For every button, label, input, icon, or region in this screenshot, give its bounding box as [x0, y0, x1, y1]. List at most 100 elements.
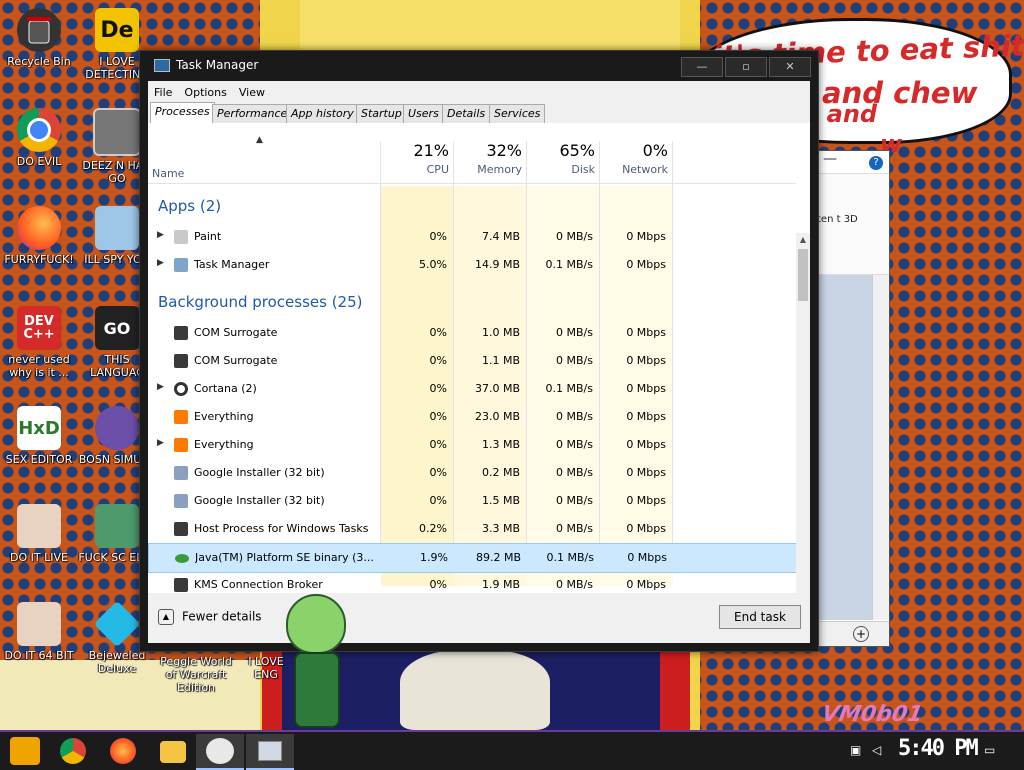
desktop-icon-do-it-64[interactable]: DO IT 64 BIT [0, 602, 78, 662]
network-total: 0% [642, 141, 668, 160]
background-explorer-window[interactable]: — ? ten t 3D + [810, 150, 890, 647]
process-disk: 0 MB/s [556, 326, 593, 339]
menu-options[interactable]: Options [178, 83, 232, 99]
process-cpu: 0% [429, 354, 447, 367]
fewer-details-button[interactable]: ▲ Fewer details [158, 609, 262, 625]
zoom-in-icon[interactable]: + [853, 626, 869, 642]
column-label: Memory [477, 163, 522, 176]
tab-services[interactable]: Services [489, 104, 546, 124]
column-memory[interactable]: 32% Memory [454, 141, 522, 183]
process-net: 0 Mbps [626, 438, 666, 451]
help-icon[interactable]: ? [869, 156, 883, 170]
ribbon-item-paint3d[interactable]: ten t 3D [817, 214, 858, 226]
tab-users[interactable]: Users [403, 104, 444, 124]
tab-startup[interactable]: Startup [356, 104, 407, 124]
table-row[interactable]: Google Installer (32 bit) 0% 0.2 MB 0 MB/s 0… [148, 459, 796, 487]
task-manager-icon [154, 59, 170, 72]
tab-processes[interactable]: Processes [150, 102, 215, 124]
table-row[interactable]: ▶ Paint 0% 7.4 MB 0 MB/s 0 Mbps [148, 223, 796, 251]
taskbar-item-paint[interactable] [196, 734, 244, 770]
desktop-icon-firefox[interactable]: FURRYFUCK! [0, 206, 78, 266]
table-row[interactable]: ▶ Everything 0% 1.3 MB 0 MB/s 0 Mbps [148, 431, 796, 459]
tab-performance[interactable]: Performance [212, 104, 293, 124]
expand-arrow-icon[interactable]: ▶ [157, 230, 164, 240]
cortana-icon [174, 382, 188, 396]
desktop-icon-label: SEX EDITOR [5, 453, 73, 466]
expand-arrow-icon[interactable]: ▶ [157, 258, 164, 268]
column-network[interactable]: 0% Network [600, 141, 668, 183]
expand-arrow-icon[interactable]: ▶ [157, 438, 164, 448]
table-row[interactable]: COM Surrogate 0% 1.0 MB 0 MB/s 0 Mbps [148, 319, 796, 347]
network-icon[interactable]: ▣ [850, 743, 864, 757]
column-disk[interactable]: 65% Disk [527, 141, 595, 183]
chrome-icon[interactable] [60, 738, 86, 764]
scrollbar-thumb[interactable] [798, 249, 808, 301]
taskbar: ▣ ◁ 5:40 PM ▭ [0, 730, 1024, 770]
desktop-icon-do-it-live[interactable]: DO IT LIVE [0, 504, 78, 564]
process-disk: 0.1 MB/s [545, 382, 593, 395]
explorer-content-area [811, 275, 873, 620]
start-button[interactable] [10, 737, 40, 765]
memory-total: 32% [486, 141, 522, 160]
table-row[interactable]: ▶ Cortana (2) 0% 37.0 MB 0.1 MB/s 0 Mbps [148, 375, 796, 403]
desktop-icon-peggle[interactable]: Peggle World of Warcraft Edition [154, 652, 238, 694]
volume-icon[interactable]: ◁ [872, 743, 886, 757]
minimize-button[interactable]: — [681, 57, 723, 77]
column-label: CPU [426, 163, 449, 176]
process-net: 0 Mbps [626, 382, 666, 395]
window-titlebar[interactable]: Task Manager — ▫ ✕ [140, 51, 818, 81]
menu-file[interactable]: File [148, 83, 178, 99]
table-row[interactable]: COM Surrogate 0% 1.1 MB 0 MB/s 0 Mbps [148, 347, 796, 375]
table-row[interactable]: Google Installer (32 bit) 0% 1.5 MB 0 MB/s 0… [148, 487, 796, 515]
taskbar-clock[interactable]: 5:40 PM [898, 736, 979, 761]
paint-icon [174, 230, 188, 244]
scroll-up-icon[interactable]: ▲ [796, 233, 810, 247]
sort-arrow-icon[interactable]: ▲ [256, 135, 263, 145]
process-mem: 1.9 MB [481, 578, 520, 591]
desktop-icon-chrome[interactable]: DO EVIL [0, 108, 78, 168]
process-list-scrollbar[interactable]: ▲ [796, 233, 810, 643]
devcpp-icon: DEV C++ [17, 306, 61, 350]
process-disk: 0 MB/s [556, 522, 593, 535]
desktop-icon-devcpp[interactable]: DEV C++ never used why is it ... [0, 306, 78, 379]
process-cpu: 0% [429, 230, 447, 243]
firefox-icon[interactable] [110, 738, 136, 764]
process-cpu: 0% [429, 382, 447, 395]
process-net: 0 Mbps [626, 326, 666, 339]
minimize-icon[interactable]: — [823, 151, 837, 167]
notification-icon[interactable]: ▭ [984, 743, 998, 757]
end-task-button[interactable]: End task [719, 605, 801, 629]
menu-view[interactable]: View [233, 83, 271, 99]
explorer-scrollbar[interactable] [872, 275, 889, 620]
table-row[interactable]: Host Process for Windows Tasks 0.2% 3.3 MB… [148, 515, 796, 543]
table-row[interactable]: Java(TM) Platform SE binary (3... 1.9% 89.… [148, 543, 798, 573]
desktop-icon-recycle-bin[interactable]: Recycle Bin [0, 8, 78, 68]
process-cpu: 0% [429, 466, 447, 479]
column-cpu[interactable]: 21% CPU [381, 141, 449, 183]
explorer-titlebar[interactable]: — ? [811, 151, 889, 174]
process-disk: 0 MB/s [556, 354, 593, 367]
explorer-ribbon: ten t 3D [811, 174, 889, 275]
process-disk: 0.1 MB/s [546, 551, 594, 564]
column-name[interactable]: Name [152, 167, 184, 180]
table-row[interactable]: Everything 0% 23.0 MB 0 MB/s 0 Mbps [148, 403, 796, 431]
everything-icon [174, 410, 188, 424]
tab-details[interactable]: Details [442, 104, 491, 124]
process-mem: 89.2 MB [475, 551, 521, 564]
tab-app-history[interactable]: App history [286, 104, 359, 124]
task-manager-window[interactable]: Task Manager — ▫ ✕ File Options View Proce… [139, 50, 819, 652]
expand-arrow-icon[interactable]: ▶ [157, 382, 164, 392]
process-mem: 1.5 MB [481, 494, 520, 507]
close-button[interactable]: ✕ [769, 57, 811, 77]
process-net: 0 Mbps [626, 258, 666, 271]
file-explorer-icon[interactable] [160, 741, 186, 763]
bejeweled-icon [93, 600, 141, 648]
task-manager-icon [174, 258, 188, 272]
taskbar-item-task-manager[interactable] [246, 734, 294, 770]
process-cpu: 1.9% [420, 551, 448, 564]
desktop-icon-hxd[interactable]: HxD SEX EDITOR [0, 406, 78, 466]
process-disk: 0 MB/s [556, 410, 593, 423]
maximize-button[interactable]: ▫ [725, 57, 767, 77]
table-row[interactable]: ▶ Task Manager 5.0% 14.9 MB 0.1 MB/s 0 Mbps [148, 251, 796, 279]
process-net: 0 Mbps [626, 578, 666, 591]
